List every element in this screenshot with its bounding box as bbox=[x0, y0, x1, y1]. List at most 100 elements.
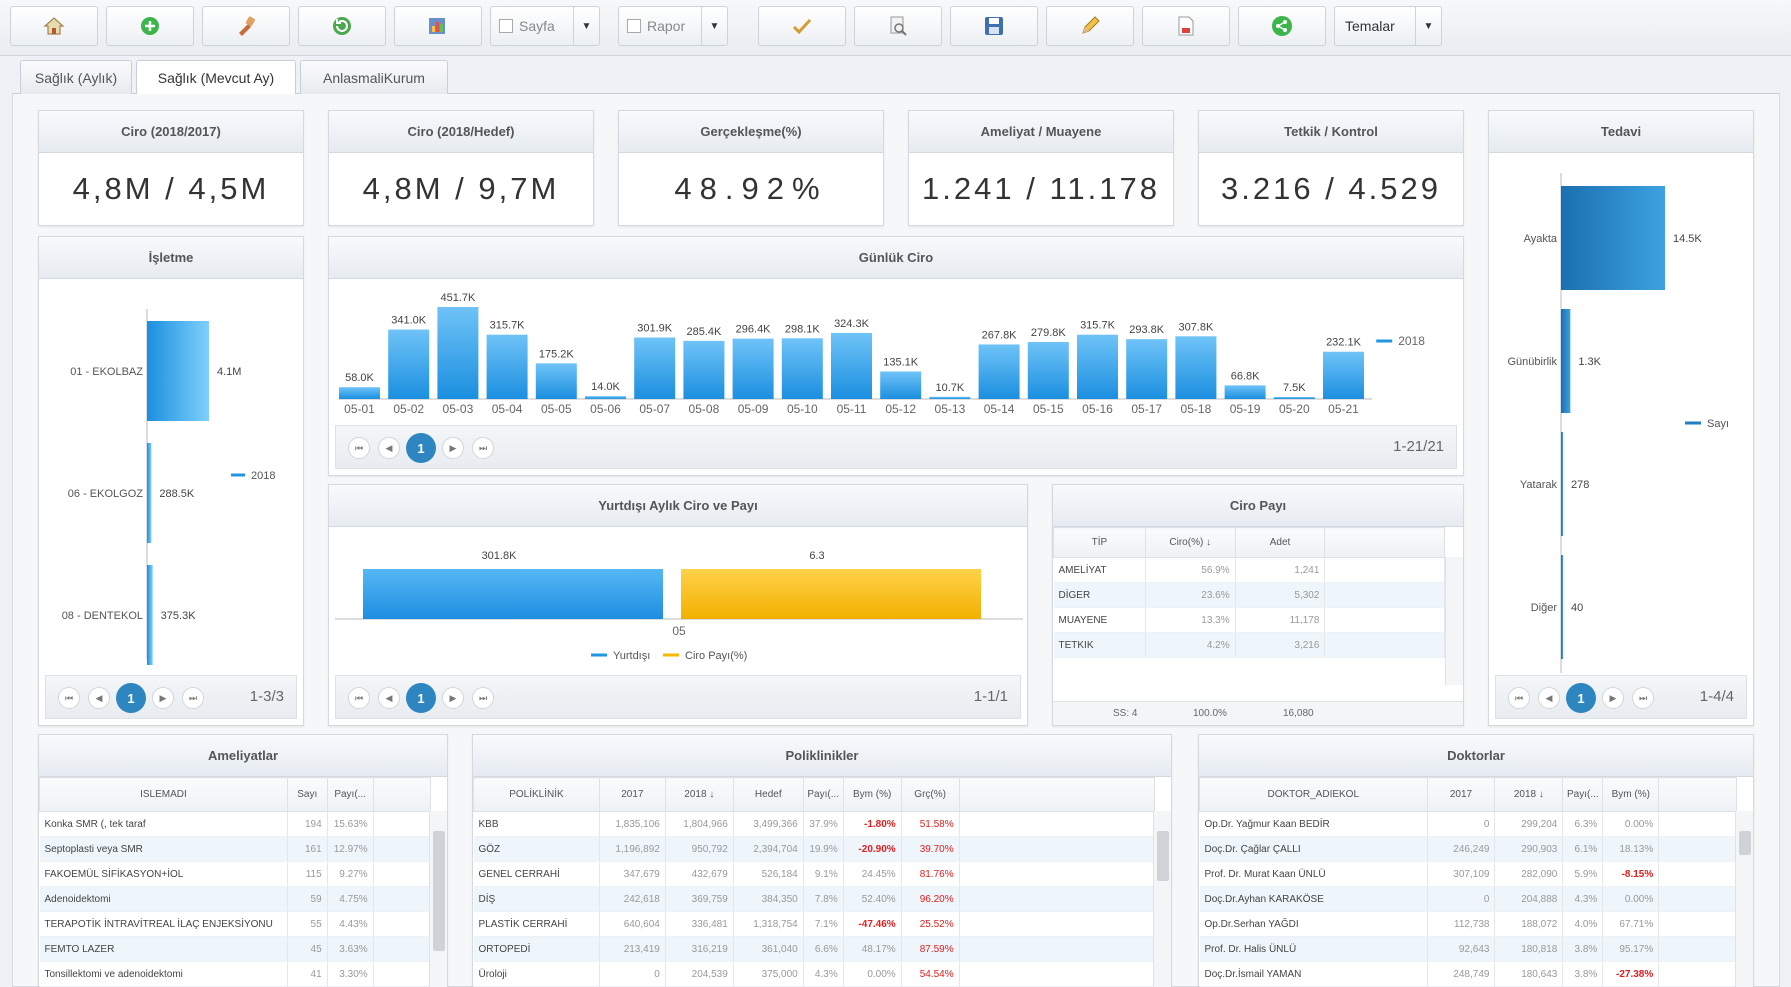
table-row[interactable]: TERAPOTİK İNTRAVİTREAL İLAÇ ENJEKSİYONU 5… bbox=[39, 911, 432, 937]
first-page-icon[interactable]: ⏮ bbox=[348, 437, 370, 459]
bar[interactable] bbox=[1561, 309, 1571, 413]
bar[interactable] bbox=[535, 363, 577, 399]
table-row[interactable]: Konka SMR (, tek taraf 194 15.63% bbox=[39, 811, 432, 837]
column-header[interactable]: Ciro(%) ↓ bbox=[1144, 527, 1236, 558]
table-row[interactable]: DİGER 23.6% 5,302 bbox=[1053, 582, 1445, 608]
bar[interactable] bbox=[147, 565, 153, 665]
next-page-icon[interactable]: ▶ bbox=[442, 687, 464, 709]
table-row[interactable]: Septoplasti veya SMR 161 12.97% bbox=[39, 836, 432, 862]
column-header[interactable]: POLİKLİNİK bbox=[473, 777, 600, 812]
temalar-select[interactable]: Temalar ▼ bbox=[1334, 6, 1442, 46]
current-page-button[interactable]: 1 bbox=[406, 683, 436, 713]
tab-saglik-aylik[interactable]: Sağlık (Aylık) bbox=[20, 60, 132, 94]
refresh-icon[interactable] bbox=[298, 6, 386, 46]
column-header[interactable]: Bym (%) bbox=[842, 777, 902, 812]
table-row[interactable]: Op.Dr.Serhan YAĞDI 112,738 188,072 4.0% 67.7… bbox=[1199, 911, 1737, 937]
column-header[interactable]: Payı(... bbox=[326, 777, 374, 812]
table-row[interactable]: DİŞ 242,618 369,759 384,350 7.8% 52.40% 96.20% bbox=[473, 886, 1156, 912]
bar[interactable] bbox=[1273, 397, 1315, 399]
column-header[interactable]: Sayı bbox=[286, 777, 328, 812]
bar[interactable] bbox=[1323, 351, 1364, 399]
bar[interactable] bbox=[634, 337, 676, 399]
table-row[interactable]: Op.Dr. Yağmur Kaan BEDİR 0 299,204 6.3% 0.00… bbox=[1199, 811, 1737, 837]
table-row[interactable]: Adenoidektomi 59 4.75% bbox=[39, 886, 432, 912]
last-page-icon[interactable]: ⏭ bbox=[1632, 687, 1654, 709]
column-header[interactable]: 2018 ↓ bbox=[664, 777, 734, 812]
home-icon[interactable] bbox=[10, 6, 98, 46]
bar[interactable] bbox=[388, 329, 430, 399]
table-row[interactable]: MUAYENE 13.3% 11,178 bbox=[1053, 607, 1445, 633]
scrollbar[interactable] bbox=[1153, 811, 1171, 987]
column-header[interactable]: Payı(... bbox=[802, 777, 844, 812]
scrollbar-thumb[interactable] bbox=[1157, 831, 1169, 881]
table-row[interactable]: FAKOEMÜL SİFİKASYON+İOL 115 9.27% bbox=[39, 861, 432, 887]
scrollbar[interactable] bbox=[429, 811, 447, 987]
first-page-icon[interactable]: ⏮ bbox=[348, 687, 370, 709]
column-header[interactable]: Payı(... bbox=[1562, 777, 1604, 812]
bar[interactable] bbox=[1027, 342, 1069, 399]
approve-icon[interactable] bbox=[758, 6, 846, 46]
first-page-icon[interactable]: ⏮ bbox=[1508, 687, 1530, 709]
share-icon[interactable] bbox=[1238, 6, 1326, 46]
current-page-button[interactable]: 1 bbox=[1566, 683, 1596, 713]
bar[interactable] bbox=[978, 344, 1020, 399]
bar[interactable] bbox=[732, 338, 774, 399]
table-row[interactable]: ORTOPEDİ 213,419 316,219 361,040 6.6% 48.17% 8… bbox=[473, 936, 1156, 962]
current-page-button[interactable]: 1 bbox=[406, 433, 436, 463]
table-row[interactable]: AMELİYAT 56.9% 1,241 bbox=[1053, 557, 1445, 583]
bar[interactable] bbox=[683, 340, 725, 399]
report-icon[interactable] bbox=[394, 6, 482, 46]
column-header[interactable]: Grç(%) bbox=[900, 777, 960, 812]
search-doc-icon[interactable] bbox=[854, 6, 942, 46]
column-header[interactable]: 2018 ↓ bbox=[1494, 777, 1564, 812]
bar[interactable] bbox=[681, 569, 981, 619]
bar[interactable] bbox=[1561, 555, 1563, 659]
bar[interactable] bbox=[781, 338, 823, 399]
table-row[interactable]: FEMTO LAZER 45 3.63% bbox=[39, 936, 432, 962]
bar[interactable] bbox=[437, 307, 479, 399]
table-row[interactable]: Doç.Dr. Çağlar ÇALLI 246,249 290,903 6.1% 18… bbox=[1199, 836, 1737, 862]
bar[interactable] bbox=[880, 371, 922, 399]
scrollbar[interactable] bbox=[1735, 811, 1753, 987]
bar[interactable] bbox=[1224, 385, 1266, 399]
chevron-down-icon[interactable]: ▼ bbox=[701, 7, 727, 45]
bar[interactable] bbox=[1077, 334, 1118, 399]
table-row[interactable]: Prof. Dr. Murat Kaan ÜNLÜ 307,109 282,090 5… bbox=[1199, 861, 1737, 887]
prev-page-icon[interactable]: ◀ bbox=[378, 687, 400, 709]
save-icon[interactable] bbox=[950, 6, 1038, 46]
next-page-icon[interactable]: ▶ bbox=[1602, 687, 1624, 709]
bar[interactable] bbox=[339, 387, 380, 399]
bar[interactable] bbox=[831, 332, 872, 399]
column-header[interactable]: Adet bbox=[1234, 527, 1326, 558]
rapor-checkbox[interactable] bbox=[627, 19, 641, 33]
last-page-icon[interactable]: ⏭ bbox=[182, 687, 204, 709]
bar[interactable] bbox=[486, 334, 528, 399]
table-row[interactable]: Doç.Dr.İsmail YAMAN 248,749 180,643 3.8% -27… bbox=[1199, 961, 1737, 987]
column-header[interactable]: 2017 bbox=[598, 777, 666, 812]
prev-page-icon[interactable]: ◀ bbox=[378, 437, 400, 459]
sayfa-select[interactable]: Sayfa ▼ bbox=[490, 6, 600, 46]
next-page-icon[interactable]: ▶ bbox=[152, 687, 174, 709]
bar[interactable] bbox=[363, 569, 663, 619]
column-header[interactable]: DOKTOR_ADIEKOL bbox=[1199, 777, 1428, 812]
first-page-icon[interactable]: ⏮ bbox=[58, 687, 80, 709]
table-row[interactable]: Üroloji 0 204,539 375,000 4.3% 0.00% 54.54% bbox=[473, 961, 1156, 987]
rapor-select[interactable]: Rapor ▼ bbox=[618, 6, 728, 46]
column-header[interactable]: ISLEMADI bbox=[39, 777, 288, 812]
add-icon[interactable] bbox=[106, 6, 194, 46]
table-row[interactable]: GÖZ 1,196,892 950,792 2,394,704 19.9% -20.90%… bbox=[473, 836, 1156, 862]
bar[interactable] bbox=[929, 396, 971, 399]
bar[interactable] bbox=[147, 443, 152, 543]
scrollbar-thumb[interactable] bbox=[1739, 831, 1751, 855]
tab-anlasmali-kurum[interactable]: AnlasmaliKurum bbox=[300, 60, 448, 94]
pdf-icon[interactable] bbox=[1142, 6, 1230, 46]
next-page-icon[interactable]: ▶ bbox=[442, 437, 464, 459]
bar[interactable] bbox=[1561, 432, 1563, 536]
column-header[interactable]: Hedef bbox=[732, 777, 804, 812]
bar[interactable] bbox=[585, 396, 626, 399]
chevron-down-icon[interactable]: ▼ bbox=[1415, 7, 1441, 45]
last-page-icon[interactable]: ⏭ bbox=[472, 687, 494, 709]
table-row[interactable]: PLASTİK CERRAHİ 640,604 336,481 1,318,754 7.… bbox=[473, 911, 1156, 937]
sayfa-checkbox[interactable] bbox=[499, 19, 513, 33]
table-row[interactable]: Tonsillektomi ve adenoidektomi 41 3.30% bbox=[39, 961, 432, 987]
